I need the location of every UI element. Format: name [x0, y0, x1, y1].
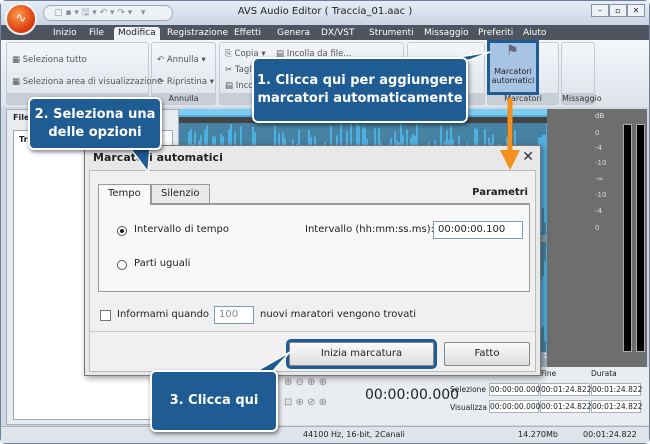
- callout-one: 1. Clicca qui per aggiungere marcatori a…: [252, 57, 468, 123]
- callout-three-pointer: [252, 351, 291, 373]
- callout-three: 3. Clicca qui: [150, 370, 278, 432]
- callout-two: 2. Seleziona una delle opzioni: [28, 97, 162, 150]
- callout-two-pointer: [128, 147, 151, 175]
- orange-arrow-head: [500, 150, 520, 170]
